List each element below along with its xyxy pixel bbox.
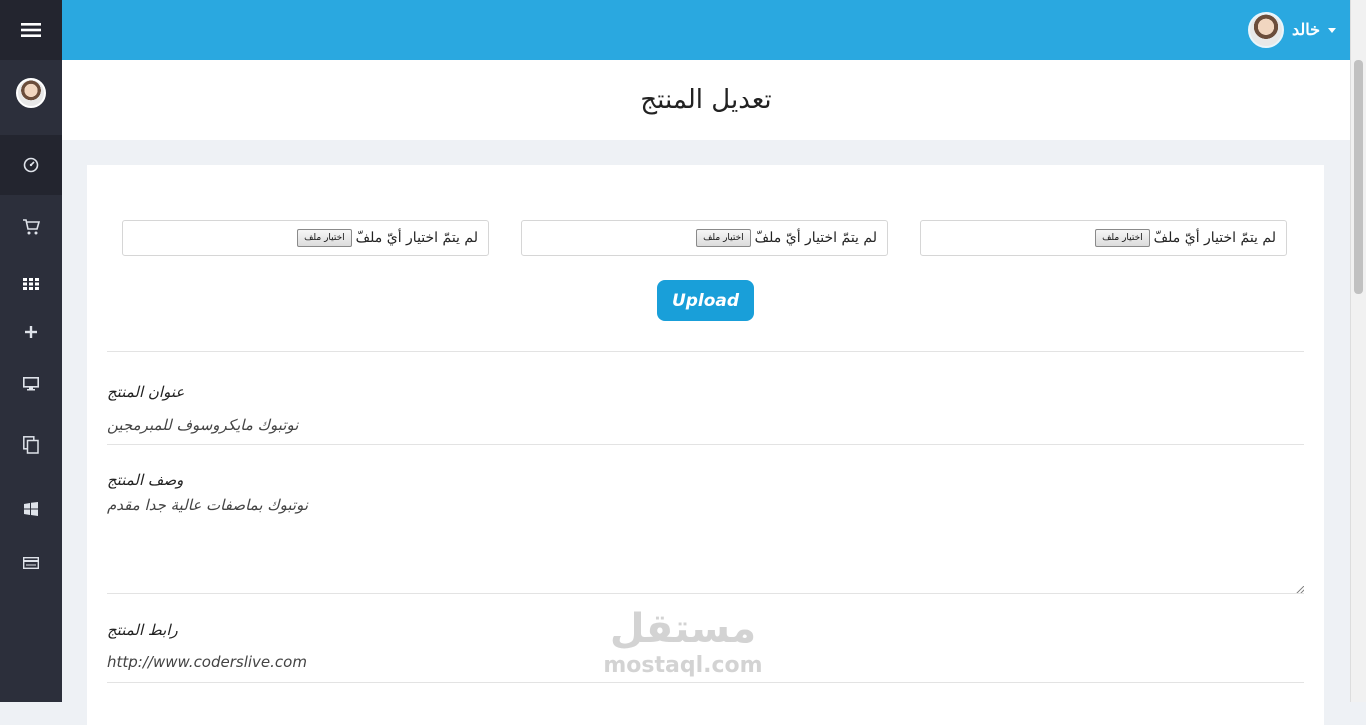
divider — [107, 351, 1304, 352]
user-menu[interactable]: خالد — [1247, 12, 1336, 48]
grid-icon — [23, 278, 39, 290]
upload-button[interactable]: Upload — [657, 280, 754, 321]
topbar: خالد — [62, 0, 1350, 60]
choose-file-button[interactable]: اختيار ملف — [1095, 229, 1150, 247]
sidebar-item-copy[interactable] — [0, 428, 62, 462]
file-input-1[interactable]: لم يتمّ اختيار أيّ ملفّ اختيار ملف — [920, 220, 1287, 256]
watermark-latin: mostaql.com — [603, 653, 763, 678]
sidebar-item-dashboard[interactable] — [0, 135, 62, 195]
page-title: تعديل المنتج — [640, 85, 772, 115]
page-header: تعديل المنتج — [62, 60, 1350, 140]
watermark-arabic: مستقل — [609, 606, 757, 652]
product-title-label: عنوان المنتج — [107, 383, 185, 401]
input-underline — [107, 444, 1304, 445]
sidebar-avatar[interactable] — [0, 70, 62, 116]
file-input-2[interactable]: لم يتمّ اختيار أيّ ملفّ اختيار ملف — [521, 220, 888, 256]
product-link-label: رابط المنتج — [107, 621, 178, 639]
file-input-3[interactable]: لم يتمّ اختيار أيّ ملفّ اختيار ملف — [122, 220, 489, 256]
product-description-text: نوتبوك بماصفات عالية جدا مقدم — [107, 496, 308, 514]
product-description-textarea[interactable]: نوتبوك بماصفات عالية جدا مقدم — [107, 490, 1304, 594]
page-scrollbar[interactable] — [1350, 0, 1366, 702]
sidebar-item-cart[interactable] — [0, 210, 62, 244]
windows-icon — [24, 502, 38, 516]
caret-down-icon — [1328, 27, 1336, 33]
menu-icon — [21, 22, 41, 38]
avatar — [16, 78, 46, 108]
product-description-label: وصف المنتج — [107, 471, 184, 489]
file-status: لم يتمّ اختيار أيّ ملفّ — [1153, 230, 1276, 246]
sidebar-item-card[interactable] — [0, 548, 62, 578]
scrollbar-thumb[interactable] — [1354, 60, 1363, 294]
choose-file-button[interactable]: اختيار ملف — [696, 229, 751, 247]
mostaql-watermark: مستقل mostaql.com — [598, 605, 768, 690]
sidebar-item-windows[interactable] — [0, 494, 62, 524]
cart-icon — [22, 218, 40, 236]
user-name: خالد — [1291, 22, 1320, 39]
sidebar-item-add[interactable] — [0, 316, 62, 348]
file-status: لم يتمّ اختيار أيّ ملفّ — [754, 230, 877, 246]
sidebar-item-grid[interactable] — [0, 268, 62, 300]
plus-icon — [25, 326, 37, 338]
copy-icon — [23, 436, 39, 454]
product-title-input[interactable]: نوتبوك مايكروسوف للمبرمجين — [107, 416, 298, 434]
input-underline — [107, 593, 1304, 594]
dashboard-icon — [23, 157, 39, 173]
user-avatar — [1247, 12, 1284, 48]
sidebar-item-monitor[interactable] — [0, 368, 62, 400]
file-status: لم يتمّ اختيار أيّ ملفّ — [355, 230, 478, 246]
monitor-icon — [23, 377, 39, 391]
menu-toggle-button[interactable] — [0, 0, 62, 60]
product-link-input[interactable]: http://www.coderslive.com — [107, 653, 307, 671]
choose-file-button[interactable]: اختيار ملف — [297, 229, 352, 247]
card-icon — [23, 557, 39, 569]
sidebar — [0, 0, 62, 702]
